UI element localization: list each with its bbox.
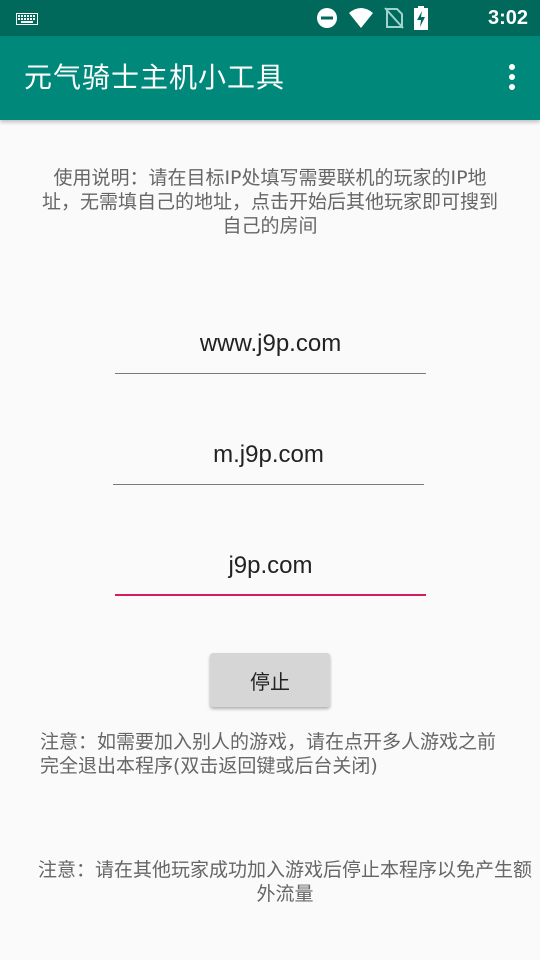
instructions-text: 使用说明：请在目标IP处填写需要联机的玩家的IP地址，无需填自己的地址，点击开始… <box>41 167 498 237</box>
app-bar: 元气骑士主机小工具 <box>0 36 540 120</box>
battery-charging-icon <box>414 6 428 35</box>
stop-button[interactable]: 停止 <box>210 653 330 707</box>
do-not-disturb-icon <box>316 7 338 34</box>
note-stop-after-join: 注意：请在其他玩家成功加入游戏后停止本程序以免产生额外流量 <box>37 859 532 905</box>
status-bar: 3:02 <box>0 0 540 36</box>
target-ip-input-1[interactable] <box>115 322 426 366</box>
target-ip-field-3[interactable] <box>115 544 426 596</box>
target-ip-field-1[interactable] <box>115 322 426 374</box>
clock: 3:02 <box>487 7 528 29</box>
target-ip-field-2[interactable] <box>113 433 424 485</box>
target-ip-input-2[interactable] <box>113 433 424 477</box>
note-multiplayer: 注意：如需要加入别人的游戏，请在点开多人游戏之前完全退出本程序(双击返回键或后台… <box>40 731 497 777</box>
keyboard-icon <box>16 12 38 30</box>
target-ip-input-3[interactable] <box>115 544 426 588</box>
more-vert-icon[interactable] <box>506 64 518 94</box>
no-sim-icon <box>384 7 404 34</box>
wifi-icon <box>348 7 374 34</box>
app-title: 元气骑士主机小工具 <box>24 61 286 94</box>
